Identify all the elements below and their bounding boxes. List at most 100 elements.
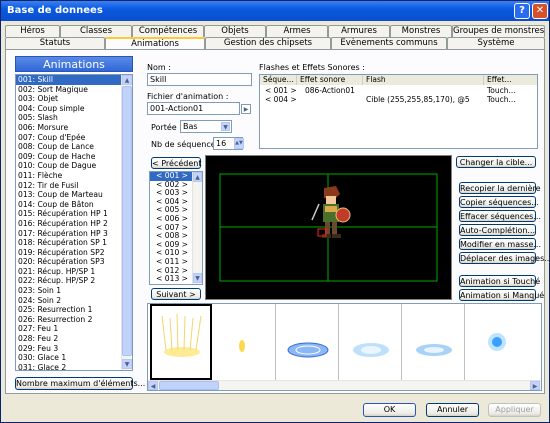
animation-list-item[interactable]: 011: Flèche [16,171,122,181]
animation-list-item[interactable]: 031: Glace 2 [16,363,122,370]
col-effect-header[interactable]: Effet... [484,75,537,85]
animation-list[interactable]: 001: Skill 002: Sort Magique 003: Objet 004… [15,74,133,371]
erase-sequences-button[interactable]: Effacer séquences... [459,210,541,222]
tab-groupes[interactable]: Groupes de monstres [452,25,545,37]
frame-thumbnail[interactable] [214,304,276,380]
close-icon[interactable]: ✕ [532,3,548,19]
tab-systeme[interactable]: Système [447,37,545,49]
animation-list-item[interactable]: 024: Soin 2 [16,296,122,306]
scroll-thumb[interactable] [159,381,219,390]
tab-animations[interactable]: Animations [105,37,205,49]
tab-monstres[interactable]: Monstres [390,25,452,37]
animation-miss-button[interactable]: Animation si Manqué [459,289,544,301]
scroll-thumb[interactable] [122,86,132,356]
chevron-down-icon[interactable]: ▼ [221,122,230,131]
scroll-down-icon[interactable]: ▼ [122,359,132,369]
sequence-list-item[interactable]: < 013 > [150,275,193,284]
animation-list-item[interactable]: 021: Récup. HP/SP 1 [16,267,122,277]
animation-list-item[interactable]: 015: Récupération HP 1 [16,209,122,219]
col-seq-header[interactable]: Séque... [260,75,297,85]
animation-preview[interactable] [205,155,452,300]
frame-strip[interactable]: ◀ ▶ [147,303,542,391]
database-window: Base de donnees ? ✕ Héros Classes Compét… [0,0,550,423]
animation-list-item[interactable]: 030: Glace 1 [16,353,122,363]
animation-list-item[interactable]: 010: Coup de Dague [16,161,122,171]
animation-list-item[interactable]: 017: Récupération HP 3 [16,229,122,239]
tab-classes[interactable]: Classes [60,25,132,37]
previous-button[interactable]: < Précédent [151,157,202,169]
animation-list-item[interactable]: 026: Resurrection 2 [16,315,122,325]
tab-row-top: Héros Classes Compétences Objets Armes A… [5,25,545,37]
animation-list-item[interactable]: 019: Récupération SP2 [16,248,122,258]
max-elements-button[interactable]: Nombre maximum d'éléments... [15,377,145,390]
animation-list-item[interactable]: 006: Morsure [16,123,122,133]
frame-thumbnail[interactable] [466,304,528,380]
scroll-right-icon[interactable]: ▶ [530,381,540,390]
sequence-scrollbar[interactable]: ▲ ▼ [192,172,202,284]
auto-complete-button[interactable]: Auto-Complétion... [459,224,536,236]
ok-button[interactable]: OK [363,403,416,417]
tab-heros[interactable]: Héros [5,25,60,37]
move-images-button[interactable]: Déplacer des images... [459,252,550,264]
animation-list-item[interactable]: 016: Récupération HP 2 [16,219,122,229]
animation-list-item[interactable]: 027: Feu 1 [16,324,122,334]
animation-list-item[interactable]: 028: Feu 2 [16,334,122,344]
animation-list-item[interactable]: 001: Skill [16,75,122,85]
frame-thumbnail[interactable] [340,304,402,380]
animation-list-item[interactable]: 022: Récup. HP/SP 2 [16,276,122,286]
animation-list-item[interactable]: 009: Coup de Hache [16,152,122,162]
tab-armes[interactable]: Armes [266,25,328,37]
flash-list[interactable]: Séque... Effet sonore Flash Effet... < 0… [259,74,538,149]
animation-list-item[interactable]: 029: Feu 3 [16,344,122,354]
sequence-list[interactable]: < 001 > < 002 > < 003 > < 004 > < 005 > < 006… [149,171,203,285]
animation-list-item[interactable]: 014: Coup de Bâton [16,200,122,210]
list-scrollbar[interactable]: ▲ ▼ [121,75,132,370]
animation-list-item[interactable]: 020: Récupération SP3 [16,257,122,267]
flash-row-seq[interactable]: < 001 > [265,86,297,95]
col-flash-header[interactable]: Flash [363,75,484,85]
animation-list-item[interactable]: 013: Coup de Marteau [16,190,122,200]
frame-thumbnail[interactable] [150,304,212,380]
animation-list-item[interactable]: 003: Objet [16,94,122,104]
change-target-button[interactable]: Changer la cible... [456,156,536,168]
col-sound-header[interactable]: Effet sonore [297,75,363,85]
frame-thumbnail[interactable] [277,304,339,380]
tab-chipsets[interactable]: Gestion des chipsets [205,37,331,49]
file-picker-icon[interactable]: ▶ [241,104,251,114]
portee-select[interactable]: Bas ▼ [180,120,232,133]
animation-list-item[interactable]: 004: Coup simple [16,104,122,114]
animation-list-item[interactable]: 005: Slash [16,113,122,123]
copy-last-button[interactable]: Recopier la dernière [459,182,541,194]
tab-objets[interactable]: Objets [204,25,266,37]
animation-list-item[interactable]: 008: Coup de Lance [16,142,122,152]
next-button[interactable]: Suivant > [151,288,201,300]
batch-modify-button[interactable]: Modifier en masse... [459,238,541,250]
cancel-button[interactable]: Annuler [426,403,479,417]
tab-statuts[interactable]: Statuts [5,37,105,49]
nom-label: Nom : [147,63,171,72]
help-icon[interactable]: ? [514,3,530,19]
animation-list-item[interactable]: 012: Tir de Fusil [16,181,122,191]
apply-button[interactable]: Appliquer [488,403,541,417]
tab-armures[interactable]: Armures [328,25,390,37]
portee-value: Bas [183,122,198,131]
animation-list-item[interactable]: 023: Soin 1 [16,286,122,296]
animation-hit-button[interactable]: Animation si Touché [459,275,540,287]
tab-competences[interactable]: Compétences [132,25,204,37]
tab-evenements[interactable]: Evènements communs [331,37,447,49]
scroll-up-icon[interactable]: ▲ [193,172,202,182]
copy-sequences-button[interactable]: Copier séquences... [459,196,539,208]
animation-list-item[interactable]: 007: Coup d'Epée [16,133,122,143]
animation-file-input[interactable]: 001-Action01 [147,102,240,115]
scroll-down-icon[interactable]: ▼ [193,273,202,283]
scroll-left-icon[interactable]: ◀ [148,381,158,390]
animation-list-item[interactable]: 025: Resurrection 1 [16,305,122,315]
spinner-icon[interactable]: ▲▼ [234,138,244,149]
animation-list-item[interactable]: 018: Récupération SP 1 [16,238,122,248]
frame-thumbnail[interactable] [403,304,465,380]
name-input[interactable]: Skill [147,73,252,86]
scroll-up-icon[interactable]: ▲ [122,75,132,85]
frame-scrollbar[interactable]: ◀ ▶ [148,380,541,390]
flash-row-seq[interactable]: < 004 > [265,95,297,104]
animation-list-item[interactable]: 002: Sort Magique [16,85,122,95]
